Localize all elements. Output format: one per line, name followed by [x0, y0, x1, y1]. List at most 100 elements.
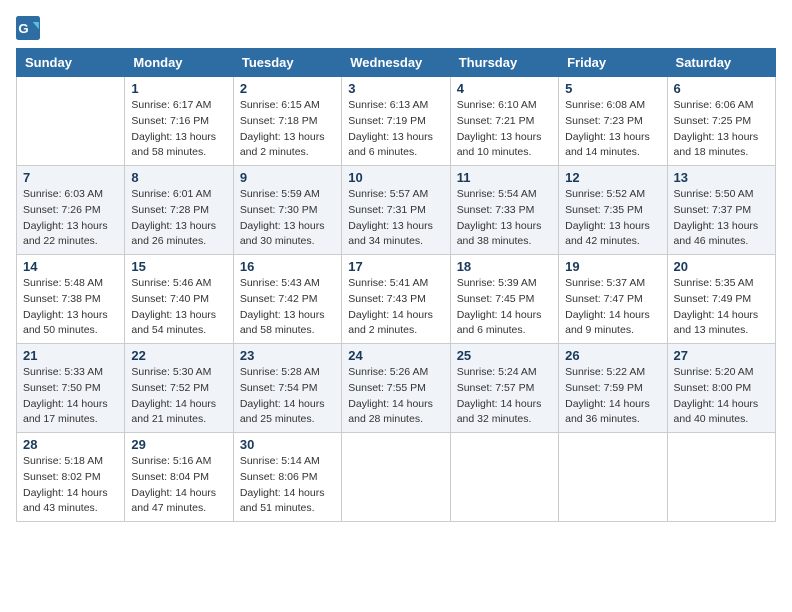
day-number: 6 — [674, 81, 769, 96]
calendar-cell: 27 Sunrise: 5:20 AMSunset: 8:00 PMDayligh… — [667, 344, 775, 433]
calendar-cell: 28Sunrise: 5:18 AMSunset: 8:02 PMDayligh… — [17, 433, 125, 522]
calendar-cell: 24Sunrise: 5:26 AMSunset: 7:55 PMDayligh… — [342, 344, 450, 433]
day-info: Sunrise: 5:24 AMSunset: 7:57 PMDaylight:… — [457, 365, 552, 428]
calendar-week-4: 21 Sunrise: 5:33 AMSunset: 7:50 PMDayligh… — [17, 344, 776, 433]
header-tuesday: Tuesday — [233, 49, 341, 77]
calendar-cell: 9 Sunrise: 5:59 AMSunset: 7:30 PMDaylight… — [233, 166, 341, 255]
calendar-cell: 11 Sunrise: 5:54 AMSunset: 7:33 PMDayligh… — [450, 166, 558, 255]
day-info: Sunrise: 5:30 AMSunset: 7:52 PMDaylight:… — [131, 365, 226, 428]
day-number: 12 — [565, 170, 660, 185]
day-number: 9 — [240, 170, 335, 185]
calendar-cell: 18 Sunrise: 5:39 AMSunset: 7:45 PMDayligh… — [450, 255, 558, 344]
calendar-cell: 23 Sunrise: 5:28 AMSunset: 7:54 PMDayligh… — [233, 344, 341, 433]
day-info: Sunrise: 5:28 AMSunset: 7:54 PMDaylight:… — [240, 365, 335, 428]
page-header: G — [16, 16, 776, 40]
day-info: Sunrise: 6:08 AMSunset: 7:23 PMDaylight:… — [565, 98, 660, 161]
calendar-cell — [450, 433, 558, 522]
header-saturday: Saturday — [667, 49, 775, 77]
day-number: 29 — [131, 437, 226, 452]
day-info: Sunrise: 6:13 AMSunset: 7:19 PMDaylight:… — [348, 98, 443, 161]
day-number: 8 — [131, 170, 226, 185]
day-number: 11 — [457, 170, 552, 185]
day-number: 25 — [457, 348, 552, 363]
calendar-header-row: SundayMondayTuesdayWednesdayThursdayFrid… — [17, 49, 776, 77]
calendar-cell: 29 Sunrise: 5:16 AMSunset: 8:04 PMDayligh… — [125, 433, 233, 522]
day-number: 15 — [131, 259, 226, 274]
day-number: 7 — [23, 170, 118, 185]
day-info: Sunrise: 5:46 AMSunset: 7:40 PMDaylight:… — [131, 276, 226, 339]
calendar-cell: 12 Sunrise: 5:52 AMSunset: 7:35 PMDayligh… — [559, 166, 667, 255]
calendar-cell: 17 Sunrise: 5:41 AMSunset: 7:43 PMDayligh… — [342, 255, 450, 344]
day-info: Sunrise: 5:41 AMSunset: 7:43 PMDaylight:… — [348, 276, 443, 339]
header-sunday: Sunday — [17, 49, 125, 77]
day-info: Sunrise: 6:01 AMSunset: 7:28 PMDaylight:… — [131, 187, 226, 250]
day-number: 4 — [457, 81, 552, 96]
day-info: Sunrise: 5:16 AMSunset: 8:04 PMDaylight:… — [131, 454, 226, 517]
calendar-cell: 15 Sunrise: 5:46 AMSunset: 7:40 PMDayligh… — [125, 255, 233, 344]
calendar-cell: 13 Sunrise: 5:50 AMSunset: 7:37 PMDayligh… — [667, 166, 775, 255]
calendar-cell — [559, 433, 667, 522]
calendar-week-5: 28Sunrise: 5:18 AMSunset: 8:02 PMDayligh… — [17, 433, 776, 522]
calendar-cell: 1Sunrise: 6:17 AMSunset: 7:16 PMDaylight… — [125, 77, 233, 166]
calendar-cell: 5 Sunrise: 6:08 AMSunset: 7:23 PMDaylight… — [559, 77, 667, 166]
day-number: 3 — [348, 81, 443, 96]
calendar-cell: 16Sunrise: 5:43 AMSunset: 7:42 PMDayligh… — [233, 255, 341, 344]
day-number: 17 — [348, 259, 443, 274]
logo: G — [16, 16, 44, 40]
header-thursday: Thursday — [450, 49, 558, 77]
day-info: Sunrise: 5:14 AMSunset: 8:06 PMDaylight:… — [240, 454, 335, 517]
calendar-cell: 8 Sunrise: 6:01 AMSunset: 7:28 PMDaylight… — [125, 166, 233, 255]
day-info: Sunrise: 5:22 AMSunset: 7:59 PMDaylight:… — [565, 365, 660, 428]
day-info: Sunrise: 5:18 AMSunset: 8:02 PMDaylight:… — [23, 454, 118, 517]
day-info: Sunrise: 5:39 AMSunset: 7:45 PMDaylight:… — [457, 276, 552, 339]
calendar-cell: 10 Sunrise: 5:57 AMSunset: 7:31 PMDayligh… — [342, 166, 450, 255]
header-friday: Friday — [559, 49, 667, 77]
day-number: 10 — [348, 170, 443, 185]
calendar-cell: 25 Sunrise: 5:24 AMSunset: 7:57 PMDayligh… — [450, 344, 558, 433]
day-info: Sunrise: 5:43 AMSunset: 7:42 PMDaylight:… — [240, 276, 335, 339]
calendar-cell: 20Sunrise: 5:35 AMSunset: 7:49 PMDayligh… — [667, 255, 775, 344]
calendar-cell: 6 Sunrise: 6:06 AMSunset: 7:25 PMDaylight… — [667, 77, 775, 166]
day-info: Sunrise: 6:06 AMSunset: 7:25 PMDaylight:… — [674, 98, 769, 161]
day-number: 23 — [240, 348, 335, 363]
day-info: Sunrise: 5:33 AMSunset: 7:50 PMDaylight:… — [23, 365, 118, 428]
day-info: Sunrise: 6:10 AMSunset: 7:21 PMDaylight:… — [457, 98, 552, 161]
day-info: Sunrise: 5:54 AMSunset: 7:33 PMDaylight:… — [457, 187, 552, 250]
day-info: Sunrise: 6:03 AMSunset: 7:26 PMDaylight:… — [23, 187, 118, 250]
day-number: 2 — [240, 81, 335, 96]
day-number: 30 — [240, 437, 335, 452]
day-number: 22 — [131, 348, 226, 363]
calendar-week-3: 14 Sunrise: 5:48 AMSunset: 7:38 PMDayligh… — [17, 255, 776, 344]
day-info: Sunrise: 5:26 AMSunset: 7:55 PMDaylight:… — [348, 365, 443, 428]
day-info: Sunrise: 5:37 AMSunset: 7:47 PMDaylight:… — [565, 276, 660, 339]
calendar-cell: 22 Sunrise: 5:30 AMSunset: 7:52 PMDayligh… — [125, 344, 233, 433]
calendar-cell: 30 Sunrise: 5:14 AMSunset: 8:06 PMDayligh… — [233, 433, 341, 522]
calendar-cell — [17, 77, 125, 166]
day-number: 21 — [23, 348, 118, 363]
day-info: Sunrise: 6:15 AMSunset: 7:18 PMDaylight:… — [240, 98, 335, 161]
day-info: Sunrise: 5:35 AMSunset: 7:49 PMDaylight:… — [674, 276, 769, 339]
day-number: 18 — [457, 259, 552, 274]
calendar-cell: 26 Sunrise: 5:22 AMSunset: 7:59 PMDayligh… — [559, 344, 667, 433]
day-number: 26 — [565, 348, 660, 363]
day-info: Sunrise: 5:52 AMSunset: 7:35 PMDaylight:… — [565, 187, 660, 250]
calendar-cell: 3 Sunrise: 6:13 AMSunset: 7:19 PMDaylight… — [342, 77, 450, 166]
day-number: 5 — [565, 81, 660, 96]
svg-text:G: G — [18, 21, 28, 36]
calendar-cell — [342, 433, 450, 522]
calendar-week-1: 1Sunrise: 6:17 AMSunset: 7:16 PMDaylight… — [17, 77, 776, 166]
day-info: Sunrise: 5:48 AMSunset: 7:38 PMDaylight:… — [23, 276, 118, 339]
day-info: Sunrise: 5:20 AMSunset: 8:00 PMDaylight:… — [674, 365, 769, 428]
calendar-table: SundayMondayTuesdayWednesdayThursdayFrid… — [16, 48, 776, 522]
calendar-cell — [667, 433, 775, 522]
day-number: 13 — [674, 170, 769, 185]
day-info: Sunrise: 5:57 AMSunset: 7:31 PMDaylight:… — [348, 187, 443, 250]
day-info: Sunrise: 5:50 AMSunset: 7:37 PMDaylight:… — [674, 187, 769, 250]
calendar-cell: 2 Sunrise: 6:15 AMSunset: 7:18 PMDaylight… — [233, 77, 341, 166]
day-info: Sunrise: 5:59 AMSunset: 7:30 PMDaylight:… — [240, 187, 335, 250]
calendar-cell: 21 Sunrise: 5:33 AMSunset: 7:50 PMDayligh… — [17, 344, 125, 433]
day-number: 14 — [23, 259, 118, 274]
day-number: 1 — [131, 81, 226, 96]
day-number: 27 — [674, 348, 769, 363]
calendar-cell: 14 Sunrise: 5:48 AMSunset: 7:38 PMDayligh… — [17, 255, 125, 344]
